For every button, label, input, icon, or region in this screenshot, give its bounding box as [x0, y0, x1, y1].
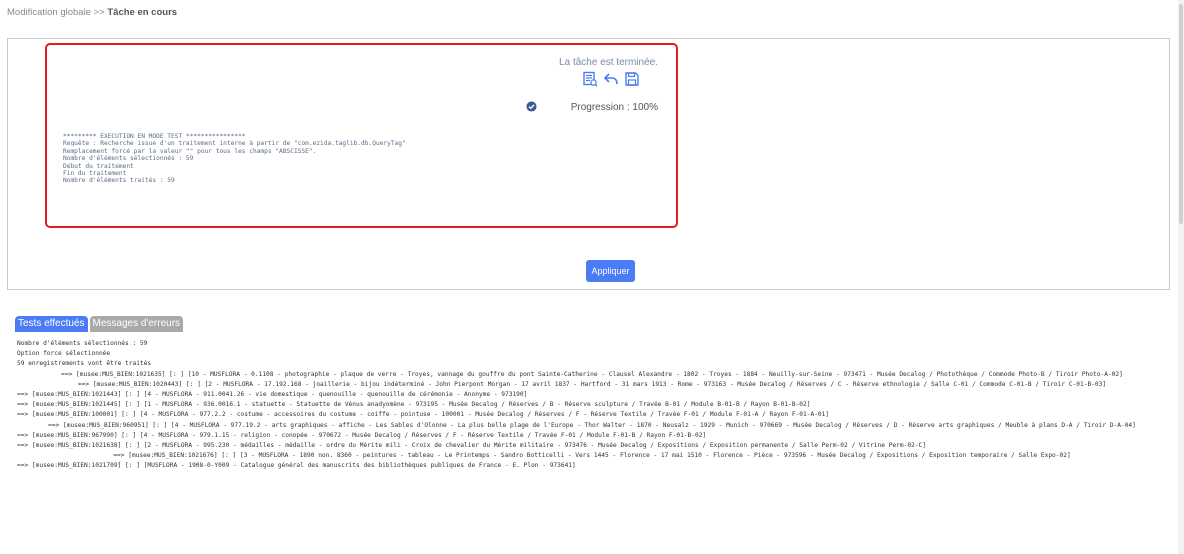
breadcrumb: Modification globale >> Tâche en cours	[7, 7, 177, 18]
task-status-box: La tâche est terminée. Progression: 100…	[45, 43, 678, 228]
record-line: ==> [musee:MUS_BIEN:1021676] [: ] [3 - M…	[113, 452, 1071, 460]
task-log: ********* EXECUTION EN MODE TEST *******…	[63, 133, 406, 185]
task-status-text: La tâche est terminée.	[559, 57, 658, 68]
summary-line: Option force sélectionnée	[17, 350, 111, 358]
record-line: ==> [musee:MUS_BIEN:1021709] [: ] [MUSFL…	[17, 462, 576, 470]
log-line: Début du traitement	[63, 162, 134, 170]
summary-line: 59 enregistrements vont être traités	[17, 360, 152, 368]
report-icon[interactable]	[582, 71, 598, 87]
tab-errors[interactable]: Messages d'erreurs	[89, 316, 184, 332]
record-line: ==> [musee:MUS_BIEN:960951] [: ] [4 - MU…	[48, 421, 1136, 429]
record-line: ==> [musee:MUS_BIEN:967990] [: ] [4 - MU…	[17, 431, 707, 439]
task-actions	[582, 71, 640, 87]
scrollbar-thumb[interactable]	[1179, 4, 1183, 224]
page-scrollbar[interactable]	[1178, 0, 1184, 554]
record-line: ==> [musee:MUS_BIEN:1021638] [: ] [2 - M…	[17, 441, 926, 449]
apply-button[interactable]: Appliquer	[586, 260, 635, 282]
check-circle-icon	[526, 101, 537, 112]
progress-text: Progression : 100%	[570, 102, 658, 113]
record-line: ==> [musee:MUS_BIEN:100001] [: ] [4 - MU…	[17, 411, 830, 419]
record-line: ==> [musee:MUS_BIEN:1021443] [: ] [4 - M…	[17, 390, 528, 398]
breadcrumb-current: Tâche en cours	[107, 7, 178, 18]
log-line: Nombre d'éléments sélectionnés : 59	[63, 155, 194, 163]
save-icon[interactable]	[624, 71, 640, 87]
tab-tests[interactable]: Tests effectués	[15, 316, 88, 332]
undo-icon[interactable]	[603, 71, 619, 87]
results-log: Nombre d'éléments sélectionnés : 59 Opti…	[17, 340, 1167, 472]
log-line: Nombre d'éléments traités : 59	[63, 177, 175, 185]
record-line: ==> [musee:MUS_BIEN:1021635] [: ] [10 - …	[61, 370, 1123, 378]
results-tabs: Tests effectués Messages d'erreurs	[15, 316, 184, 332]
summary-line: Nombre d'éléments sélectionnés : 59	[17, 340, 148, 347]
record-line: ==> [musee:MUS_BIEN:1021445] [: ] [1 - M…	[17, 401, 811, 409]
record-line: ==> [musee:MUS_BIEN:1020443] [: ] [2 - M…	[77, 380, 1107, 388]
breadcrumb-parent[interactable]: Modification globale >>	[7, 7, 105, 18]
task-panel: La tâche est terminée. Progression: 100…	[7, 38, 1170, 290]
log-line: Requête : Recherche issue d'un traitemen…	[63, 140, 406, 148]
